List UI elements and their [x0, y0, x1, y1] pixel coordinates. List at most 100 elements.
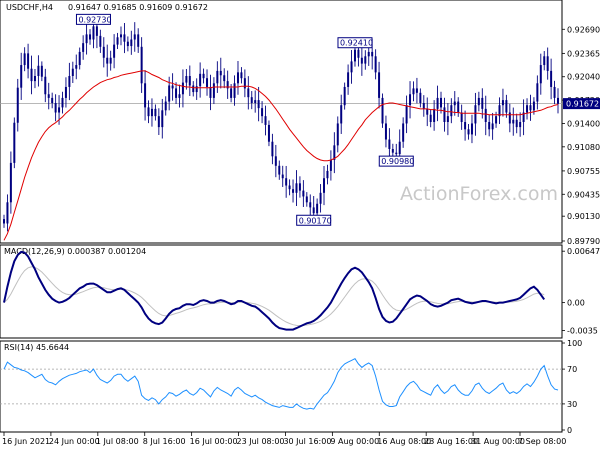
candle-body [343, 86, 346, 106]
candle-body [422, 103, 425, 109]
candle-body [92, 26, 95, 40]
price-y-tick-label: 0.90130 [567, 212, 600, 221]
candle-body [75, 65, 78, 69]
candle-body [230, 88, 233, 98]
rsi-label: RSI(14) 45.6644 [4, 343, 69, 352]
candle-body [54, 103, 57, 113]
candle-body [178, 94, 181, 98]
candle-body [51, 97, 54, 104]
last-price-label: 0.91672 [566, 100, 599, 109]
candle-body [395, 152, 398, 155]
price-y-axis: 0.926900.923650.920400.917200.914000.910… [562, 25, 600, 246]
candle-body [58, 107, 61, 113]
candle-body [336, 123, 339, 146]
price-y-tick-label: 0.91080 [567, 143, 600, 152]
candle-body [367, 51, 370, 57]
macd-y-axis: 0.006473 0.00 -0.0035 [562, 247, 600, 335]
annotation-label: 0.90170 [299, 216, 332, 225]
candle-body [419, 92, 422, 104]
candle-body [557, 97, 559, 104]
candle-body [33, 76, 36, 82]
candle-body [409, 94, 412, 106]
x-axis: 16 Jun 202124 Jun 00:001 Jul 08:00 8 Jul … [2, 432, 566, 446]
candle-body [436, 97, 439, 109]
candle-body [316, 203, 319, 214]
candle-body [278, 165, 281, 175]
candle-body [450, 105, 453, 117]
candle-body [44, 76, 47, 95]
x-tick-label: 30 Jul 16:00 [283, 437, 331, 446]
price-panel-frame [0, 0, 563, 244]
candle-body [553, 86, 556, 98]
candle-body [323, 178, 326, 193]
candle-body [495, 116, 498, 124]
candle-body [150, 108, 153, 117]
candle-body [429, 114, 432, 122]
candle-body [381, 97, 384, 124]
x-tick-label: 24 Jun 00:00 [49, 437, 100, 446]
candle-body [20, 65, 23, 88]
candle-body [99, 35, 102, 47]
candle-body [188, 76, 191, 86]
x-tick-label: 7 Sep 08:00 [518, 437, 566, 446]
candle-body [175, 88, 178, 98]
candle-body [536, 83, 539, 102]
candle-body [23, 53, 26, 66]
candle-body [37, 65, 40, 77]
candle-body [106, 57, 109, 64]
rsi-panel-frame [0, 340, 563, 433]
candle-body [212, 83, 215, 98]
chart-canvas: ActionForex.com USDCHF,H4 0.91647 0.9168… [0, 0, 600, 446]
candle-body [405, 105, 408, 124]
candle-body [133, 34, 136, 40]
candle-body [505, 100, 508, 113]
price-y-tick-label: 0.89790 [567, 237, 600, 246]
candle-body [47, 94, 50, 98]
candle-body [267, 124, 270, 142]
candle-body [453, 101, 456, 106]
candle-body [6, 202, 9, 224]
candle-body [82, 43, 85, 52]
candle-body [89, 34, 92, 40]
candle-body [519, 122, 522, 128]
candle-body [130, 39, 133, 47]
candle-body [374, 56, 377, 73]
annotation-label: 0.90980 [381, 157, 414, 166]
candle-body [543, 56, 546, 66]
candle-body [71, 68, 74, 77]
candle-body [460, 112, 463, 122]
candle-body [95, 26, 98, 36]
candle-body [78, 51, 81, 66]
candle-body [477, 97, 480, 106]
candle-body [474, 105, 477, 124]
candle-body [501, 100, 504, 106]
annotation-label: 0.92410 [340, 39, 373, 48]
candle-body [209, 86, 212, 98]
chart-ohlc: 0.91647 0.91685 0.91609 0.91672 [68, 3, 208, 12]
candle-body [529, 105, 532, 111]
candle-body [347, 72, 350, 87]
candle-body [470, 123, 473, 135]
x-tick-label: 16 Jun 2021 [2, 437, 50, 446]
candle-body [364, 56, 367, 64]
candle-body [185, 76, 188, 83]
candle-body [440, 97, 443, 108]
candle-body [488, 122, 491, 130]
candle-body [68, 76, 71, 87]
candle-body [161, 110, 164, 128]
candle-body [378, 72, 381, 98]
x-tick-label: 9 Aug 00:00 [330, 437, 379, 446]
candle-body [154, 108, 157, 117]
candle-body [243, 78, 246, 89]
candle-body [16, 87, 19, 123]
candle-body [312, 207, 315, 214]
candle-body [13, 122, 16, 163]
rsi-y-tick-label: 30 [567, 400, 577, 409]
candle-body [446, 116, 449, 122]
candle-body [353, 49, 356, 62]
candle-body [415, 88, 418, 93]
candle-body [467, 129, 470, 135]
price-panel: ActionForex.com USDCHF,H4 0.91647 0.9168… [0, 0, 600, 246]
x-tick-label: 16 Aug 08:00 [377, 437, 431, 446]
candle-body [181, 82, 184, 95]
